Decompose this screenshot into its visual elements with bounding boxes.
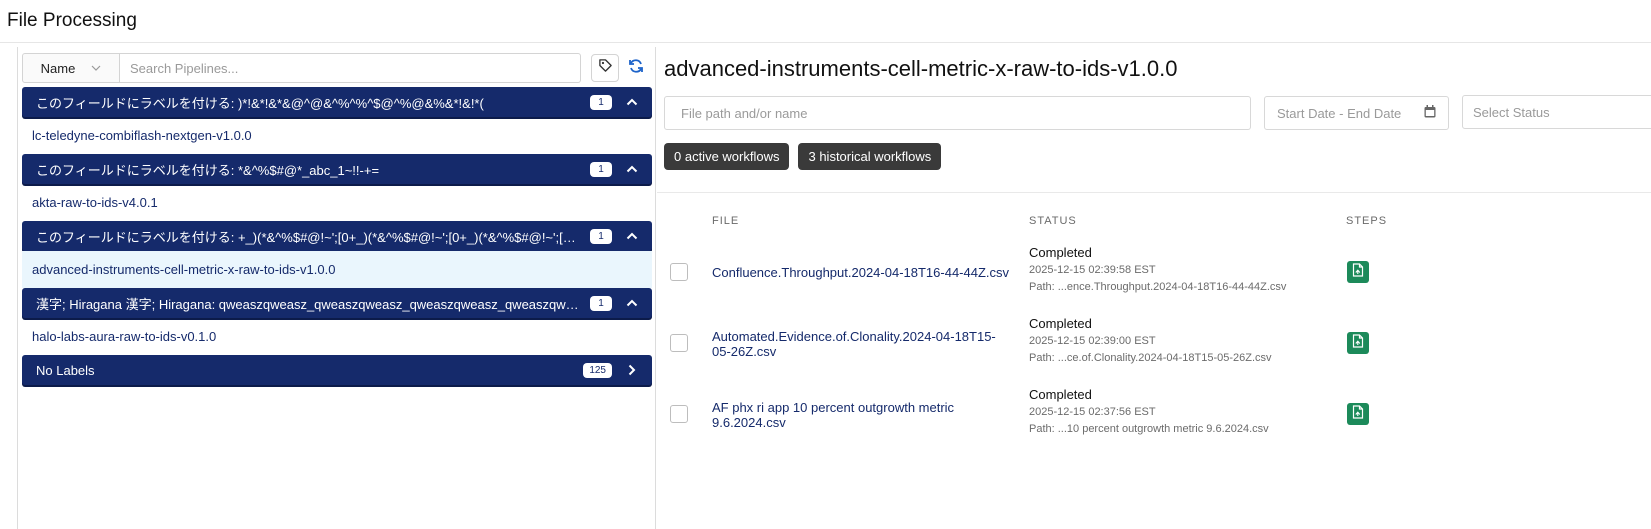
group-count-badge: 1 [590, 295, 612, 311]
status-select-placeholder: Select Status [1473, 104, 1550, 120]
search-field-value: Name [40, 60, 76, 76]
chevron-right-icon[interactable] [626, 364, 638, 376]
pipeline-name: lc-teledyne-combiflash-nextgen-v1.0.0 [32, 128, 252, 143]
status-cell: Completed 2025-12-15 02:39:58 EST Path: … [1029, 245, 1339, 293]
document-icon [1352, 404, 1364, 424]
tag-icon [598, 58, 613, 78]
column-header-steps: STEPS [1346, 215, 1388, 227]
divider [657, 192, 1651, 193]
workflow-table: Confluence.Throughput.2024-04-18T16-44-4… [657, 237, 1651, 450]
active-workflows-button[interactable]: 0 active workflows [664, 143, 790, 170]
date-range-placeholder: Start Date - End Date [1277, 105, 1402, 121]
column-header-status: STATUS [1029, 215, 1077, 227]
group-label: 漢字; Hiragana 漢字; Hiragana: qweaszqweasz_… [36, 296, 590, 312]
status-text: Completed [1029, 387, 1092, 402]
pipeline-search-input[interactable] [120, 53, 581, 83]
group-header[interactable]: このフィールドにラベルを付ける: )*!&*!&*&@^@&^%^%^$@^%@… [22, 87, 652, 117]
search-field-select[interactable]: Name [22, 53, 120, 83]
pipeline-groups: このフィールドにラベルを付ける: )*!&*!&*&@^@&^%^%^$@^%@… [22, 87, 652, 385]
file-link[interactable]: Confluence.Throughput.2024-04-18T16-44-4… [712, 237, 1012, 308]
group-label: このフィールドにラベルを付ける: *&^%$#@*_abc_1~!!-+= [36, 162, 380, 178]
pipeline-title: advanced-instruments-cell-metric-x-raw-t… [664, 56, 1178, 81]
pipeline-item[interactable]: akta-raw-to-ids-v4.0.1 [22, 184, 652, 221]
chevron-up-icon[interactable] [626, 230, 638, 242]
group-header[interactable]: 漢字; Hiragana 漢字; Hiragana: qweaszqweasz_… [22, 288, 652, 318]
table-row: AF phx ri app 10 percent outgrowth metri… [657, 379, 1651, 450]
table-row: Confluence.Throughput.2024-04-18T16-44-4… [657, 237, 1651, 308]
file-filters: Start Date - End Date Select Status [664, 95, 1651, 130]
page-title: File Processing [7, 10, 137, 31]
group-count-badge: 125 [583, 362, 612, 378]
label-filter-button[interactable] [591, 54, 619, 82]
chevron-up-icon[interactable] [626, 163, 638, 175]
pipeline-search-bar: Name [22, 53, 654, 83]
document-icon [1352, 333, 1364, 353]
status-cell: Completed 2025-12-15 02:37:56 EST Path: … [1029, 387, 1339, 435]
pipeline-name: akta-raw-to-ids-v4.0.1 [32, 195, 158, 210]
group-header[interactable]: このフィールドにラベルを付ける: *&^%$#@*_abc_1~!!-+= 1 [22, 154, 652, 184]
document-icon [1352, 262, 1364, 282]
status-timestamp: 2025-12-15 02:39:00 EST [1029, 335, 1156, 347]
refresh-icon [628, 58, 644, 79]
group-header-no-labels[interactable]: No Labels 125 [22, 355, 652, 385]
file-path: Path: ...ence.Throughput.2024-04-18T16-4… [1029, 281, 1287, 293]
row-checkbox[interactable] [670, 334, 688, 352]
date-range-picker[interactable]: Start Date - End Date [1264, 96, 1449, 130]
pipeline-name: halo-labs-aura-raw-to-ids-v0.1.0 [32, 329, 217, 344]
pipelines-panel: Name このフィールドにラベルを付ける: )*!&*!&*&@^@&^%^%^… [18, 47, 656, 529]
row-checkbox[interactable] [670, 405, 688, 423]
file-path: Path: ...10 percent outgrowth metric 9.6… [1029, 423, 1269, 435]
status-timestamp: 2025-12-15 02:39:58 EST [1029, 264, 1156, 276]
file-path: Path: ...ce.of.Clonality.2024-04-18T15-0… [1029, 352, 1272, 364]
pipeline-item[interactable]: halo-labs-aura-raw-to-ids-v0.1.0 [22, 318, 652, 355]
group-count-badge: 1 [590, 228, 612, 244]
status-timestamp: 2025-12-15 02:37:56 EST [1029, 406, 1156, 418]
chevron-up-icon[interactable] [626, 96, 638, 108]
status-cell: Completed 2025-12-15 02:39:00 EST Path: … [1029, 316, 1339, 364]
chevron-down-icon [91, 63, 101, 74]
row-checkbox[interactable] [670, 263, 688, 281]
historical-workflows-button[interactable]: 3 historical workflows [798, 143, 942, 170]
group-count-badge: 1 [590, 94, 612, 110]
status-select[interactable]: Select Status [1462, 95, 1651, 129]
file-path-filter-input[interactable] [664, 96, 1251, 130]
calendar-icon [1424, 105, 1436, 121]
step-document-button[interactable] [1347, 261, 1369, 283]
pipeline-detail-panel: advanced-instruments-cell-metric-x-raw-t… [657, 47, 1651, 529]
page-header: File Processing [0, 0, 1651, 43]
refresh-button[interactable] [625, 56, 647, 80]
table-row: Automated.Evidence.of.Clonality.2024-04-… [657, 308, 1651, 379]
pipeline-name: advanced-instruments-cell-metric-x-raw-t… [32, 262, 336, 277]
chevron-up-icon[interactable] [626, 297, 638, 309]
pipeline-item[interactable]: lc-teledyne-combiflash-nextgen-v1.0.0 [22, 117, 652, 154]
file-link[interactable]: AF phx ri app 10 percent outgrowth metri… [712, 379, 1012, 450]
group-header[interactable]: このフィールドにラベルを付ける: +_)(*&^%$#@!~';[0+_)(*&… [22, 221, 652, 251]
group-label: このフィールドにラベルを付ける: +_)(*&^%$#@!~';[0+_)(*&… [36, 229, 590, 245]
status-text: Completed [1029, 316, 1092, 331]
step-document-button[interactable] [1347, 332, 1369, 354]
table-header: FILE STATUS STEPS [657, 215, 1651, 231]
group-label: このフィールドにラベルを付ける: )*!&*!&*&@^@&^%^%^$@^%@… [36, 95, 484, 111]
group-count-badge: 1 [590, 161, 612, 177]
step-document-button[interactable] [1347, 403, 1369, 425]
status-text: Completed [1029, 245, 1092, 260]
file-link[interactable]: Automated.Evidence.of.Clonality.2024-04-… [712, 308, 1012, 379]
main-area: Name このフィールドにラベルを付ける: )*!&*!&*&@^@&^%^%^… [17, 47, 1651, 529]
pipeline-item-selected[interactable]: advanced-instruments-cell-metric-x-raw-t… [22, 251, 652, 288]
column-header-file: FILE [712, 215, 740, 227]
group-label: No Labels [36, 362, 95, 378]
workflow-tabs: 0 active workflows 3 historical workflow… [664, 143, 942, 170]
